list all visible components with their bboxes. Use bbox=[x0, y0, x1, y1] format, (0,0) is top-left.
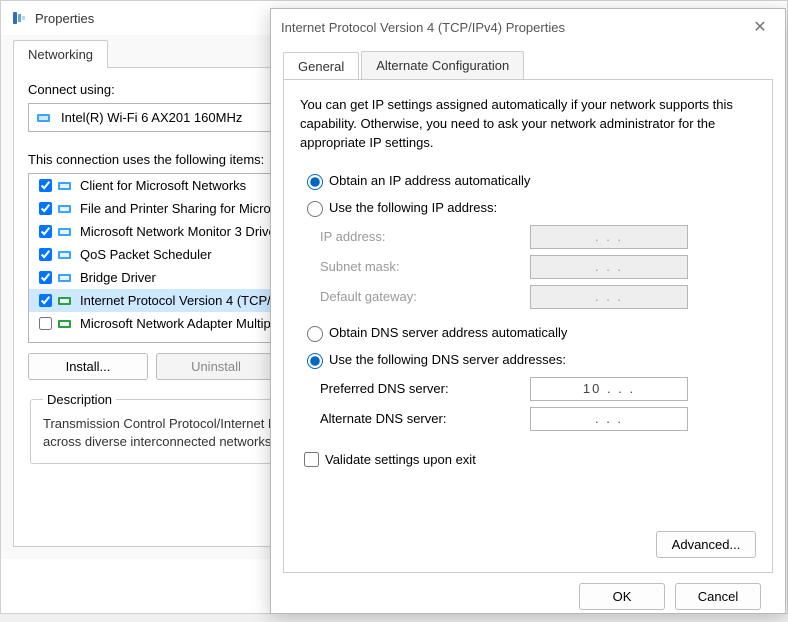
cancel-button[interactable]: Cancel bbox=[675, 583, 761, 610]
list-item-checkbox[interactable] bbox=[39, 294, 52, 307]
protocol-icon bbox=[58, 294, 74, 308]
adapter-name: Intel(R) Wi-Fi 6 AX201 160MHz bbox=[61, 110, 242, 125]
protocol-icon bbox=[58, 202, 74, 216]
ip-address-label: IP address: bbox=[320, 229, 530, 244]
radio-ip-auto-label: Obtain an IP address automatically bbox=[329, 173, 530, 188]
radio-ip-auto-input[interactable] bbox=[307, 174, 323, 190]
ip-address-input[interactable]: . . . bbox=[530, 225, 688, 249]
ipv4-properties-dialog: Internet Protocol Version 4 (TCP/IPv4) P… bbox=[270, 8, 786, 614]
dialog-footer: OK Cancel bbox=[283, 573, 773, 610]
description-legend: Description bbox=[43, 392, 116, 407]
alternate-dns-input[interactable]: . . . bbox=[530, 407, 688, 431]
fg-tabs: General Alternate Configuration bbox=[283, 51, 773, 79]
fg-title: Internet Protocol Version 4 (TCP/IPv4) P… bbox=[281, 20, 565, 35]
radio-dns-auto-label: Obtain DNS server address automatically bbox=[329, 325, 567, 340]
ip-fields: IP address: . . . Subnet mask: . . . Def… bbox=[320, 225, 756, 309]
radio-dns-manual[interactable]: Use the following DNS server addresses: bbox=[302, 350, 756, 369]
protocol-icon bbox=[58, 271, 74, 285]
list-item-label: Bridge Driver bbox=[80, 270, 156, 285]
bg-title: Properties bbox=[35, 11, 94, 26]
protocol-icon bbox=[58, 179, 74, 193]
radio-ip-manual-label: Use the following IP address: bbox=[329, 200, 497, 215]
tab-alternate-configuration[interactable]: Alternate Configuration bbox=[361, 51, 524, 79]
list-item-label: Internet Protocol Version 4 (TCP/IPv4) bbox=[80, 293, 301, 308]
list-item-label: Microsoft Network Monitor 3 Driver bbox=[80, 224, 280, 239]
advanced-button[interactable]: Advanced... bbox=[656, 531, 756, 558]
fg-body: General Alternate Configuration You can … bbox=[271, 45, 785, 622]
list-item-checkbox[interactable] bbox=[39, 202, 52, 215]
validate-settings-label: Validate settings upon exit bbox=[325, 452, 476, 467]
validate-settings-input[interactable] bbox=[304, 452, 319, 467]
intro-text: You can get IP settings assigned automat… bbox=[300, 96, 756, 153]
default-gateway-label: Default gateway: bbox=[320, 289, 530, 304]
preferred-dns-input[interactable]: 10 . . . bbox=[530, 377, 688, 401]
radio-dns-manual-label: Use the following DNS server addresses: bbox=[329, 352, 566, 367]
ok-button[interactable]: OK bbox=[579, 583, 665, 610]
list-item-label: QoS Packet Scheduler bbox=[80, 247, 212, 262]
list-item-checkbox[interactable] bbox=[39, 179, 52, 192]
protocol-icon bbox=[58, 248, 74, 262]
radio-dns-manual-input[interactable] bbox=[307, 353, 323, 369]
tab-networking[interactable]: Networking bbox=[13, 40, 108, 68]
preferred-dns-label: Preferred DNS server: bbox=[320, 381, 530, 396]
radio-ip-manual-input[interactable] bbox=[307, 201, 323, 217]
protocol-icon bbox=[58, 317, 74, 331]
adapter-properties-icon bbox=[11, 10, 27, 26]
dns-fields: Preferred DNS server: 10 . . . Alternate… bbox=[320, 377, 756, 431]
fg-tab-content: You can get IP settings assigned automat… bbox=[283, 79, 773, 573]
nic-icon bbox=[37, 111, 53, 125]
alternate-dns-label: Alternate DNS server: bbox=[320, 411, 530, 426]
radio-dns-auto[interactable]: Obtain DNS server address automatically bbox=[302, 323, 756, 342]
list-item-checkbox[interactable] bbox=[39, 317, 52, 330]
default-gateway-input[interactable]: . . . bbox=[530, 285, 688, 309]
validate-settings-checkbox[interactable]: Validate settings upon exit bbox=[300, 449, 756, 470]
list-item-checkbox[interactable] bbox=[39, 271, 52, 284]
subnet-mask-label: Subnet mask: bbox=[320, 259, 530, 274]
subnet-mask-input[interactable]: . . . bbox=[530, 255, 688, 279]
list-item-label: Client for Microsoft Networks bbox=[80, 178, 246, 193]
radio-dns-auto-input[interactable] bbox=[307, 326, 323, 342]
uninstall-button[interactable]: Uninstall bbox=[156, 353, 276, 380]
close-icon[interactable]: ✕ bbox=[745, 17, 775, 37]
list-item-checkbox[interactable] bbox=[39, 248, 52, 261]
fg-titlebar: Internet Protocol Version 4 (TCP/IPv4) P… bbox=[271, 9, 785, 45]
install-button[interactable]: Install... bbox=[28, 353, 148, 380]
tab-general[interactable]: General bbox=[283, 52, 359, 80]
protocol-icon bbox=[58, 225, 74, 239]
list-item-checkbox[interactable] bbox=[39, 225, 52, 238]
radio-ip-auto[interactable]: Obtain an IP address automatically bbox=[302, 171, 756, 190]
radio-ip-manual[interactable]: Use the following IP address: bbox=[302, 198, 756, 217]
